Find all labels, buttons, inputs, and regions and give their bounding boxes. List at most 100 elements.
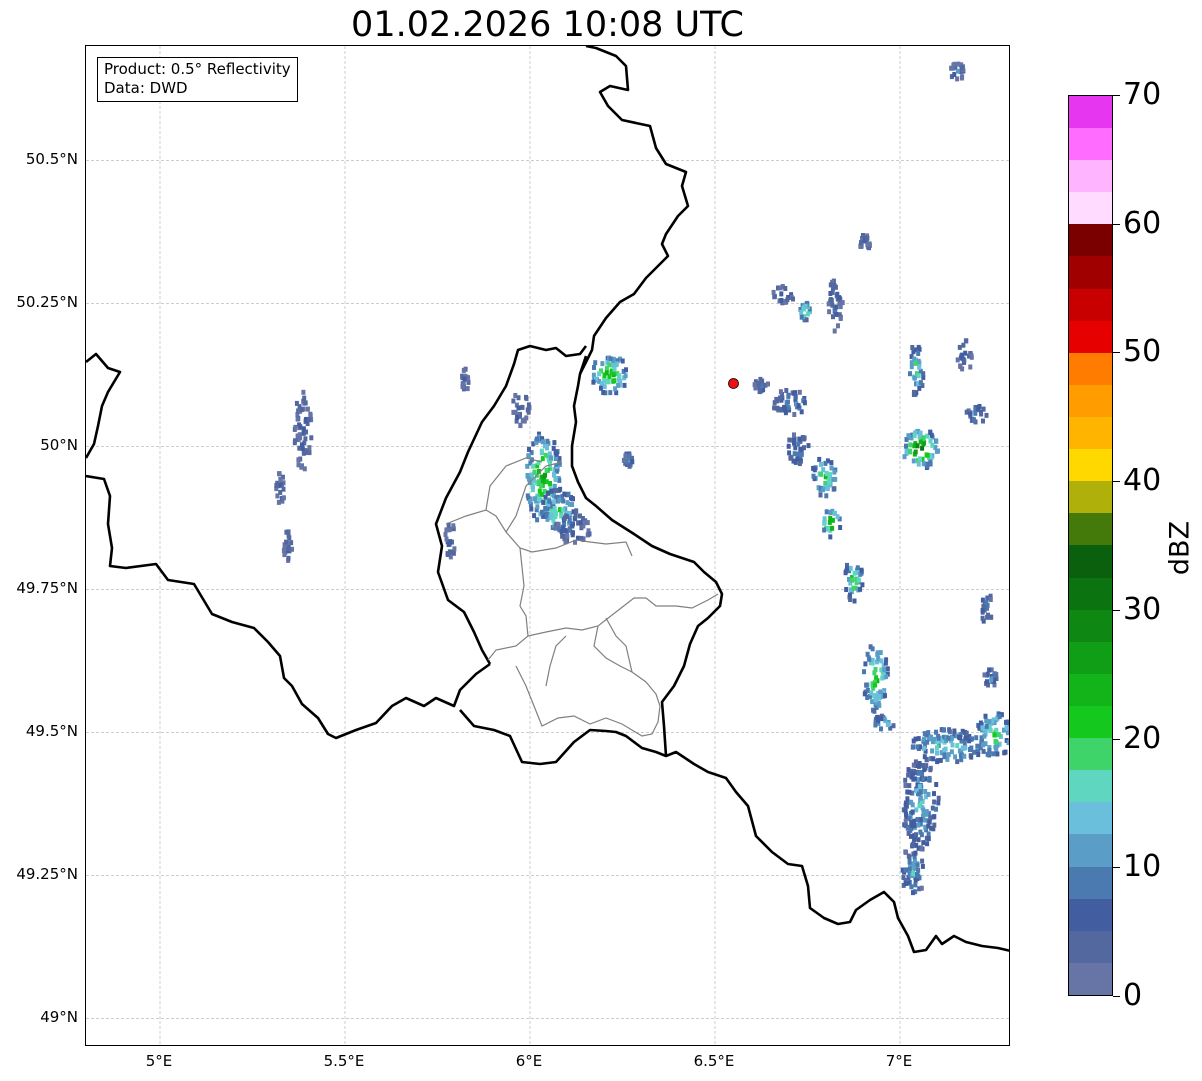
- echo-cell: [826, 278, 845, 334]
- colorbar-tick-label: 60: [1123, 205, 1162, 241]
- echo-cell: [822, 508, 843, 540]
- echo-cell: [621, 451, 635, 469]
- map-panel[interactable]: [85, 45, 1010, 1046]
- lat-tick-label: 50.5°N: [25, 150, 78, 169]
- colorbar-segment: [1069, 352, 1112, 385]
- luxembourg-district-boundary: [515, 625, 661, 737]
- echo-cell: [955, 338, 974, 372]
- product-info-box: Product: 0.5° Reflectivity Data: DWD: [97, 57, 298, 102]
- colorbar-segment: [1069, 641, 1112, 674]
- colorbar-tick-mark: [1113, 609, 1120, 611]
- echo-cell: [786, 432, 811, 467]
- colorbar-tick-label: 10: [1123, 849, 1162, 885]
- echo-cell: [292, 389, 314, 472]
- colorbar-tick-mark: [1113, 996, 1120, 997]
- border-belgium-netherlands-west: [86, 352, 122, 459]
- lat-tick-label: 49.5°N: [25, 722, 78, 741]
- radar-site-layer: [728, 378, 739, 389]
- colorbar-segment: [1069, 962, 1112, 995]
- colorbar-segment: [1069, 738, 1112, 771]
- echo-cell: [980, 593, 994, 624]
- colorbar-tick-mark: [1113, 352, 1120, 354]
- echo-cell: [772, 388, 807, 417]
- echo-cell: [902, 428, 940, 470]
- colorbar-tick-label: 40: [1123, 463, 1162, 499]
- lat-tick-label: 50.25°N: [16, 293, 78, 312]
- colorbar-segment: [1069, 256, 1112, 289]
- radar-site-marker[interactable]: [728, 378, 739, 389]
- echo-cell: [752, 376, 770, 395]
- colorbar-segment: [1069, 802, 1112, 835]
- colorbar-segment: [1069, 834, 1112, 867]
- colorbar: [1068, 95, 1113, 996]
- luxembourg-district-boundary: [527, 593, 719, 637]
- echo-cell: [862, 644, 890, 714]
- echo-cell: [771, 284, 795, 306]
- data-source-label: Data: DWD: [104, 79, 188, 97]
- colorbar-tick-label: 50: [1123, 334, 1162, 370]
- echo-cell: [964, 404, 989, 425]
- colorbar-segment: [1069, 288, 1112, 321]
- colorbar-tick-mark: [1113, 481, 1120, 483]
- graticule: [86, 46, 1009, 1045]
- map-canvas[interactable]: [86, 46, 1010, 1046]
- map-title: 01.02.2026 10:08 UTC: [351, 5, 744, 45]
- colorbar-segment: [1069, 224, 1112, 257]
- colorbar-segment: [1069, 95, 1112, 129]
- colorbar-segment: [1069, 577, 1112, 610]
- lon-tick-label: 6°E: [515, 1052, 543, 1070]
- lat-tick-label: 49°N: [40, 1008, 78, 1027]
- colorbar-tick-label: 70: [1123, 77, 1162, 112]
- luxembourg-district-boundary: [445, 509, 633, 557]
- colorbar-segment: [1069, 898, 1112, 931]
- colorbar-tick-mark: [1113, 223, 1120, 225]
- colorbar-tick-label: 0: [1123, 978, 1143, 1013]
- echo-cell: [949, 61, 966, 82]
- lon-tick-label: 5.5°E: [323, 1052, 365, 1070]
- colorbar-tick-mark: [1113, 867, 1120, 869]
- echo-cell: [982, 667, 999, 688]
- colorbar-segment: [1069, 706, 1112, 739]
- lat-tick-label: 49.25°N: [16, 865, 78, 884]
- border-belgium-germany: [578, 46, 690, 375]
- colorbar-segment: [1069, 417, 1112, 450]
- lon-tick-label: 7°E: [885, 1052, 913, 1070]
- reflectivity-echoes: [274, 61, 1009, 896]
- border-belgium-luxembourg: [434, 344, 588, 665]
- colorbar-segment: [1069, 384, 1112, 418]
- colorbar-segment: [1069, 449, 1112, 482]
- echo-cell: [843, 562, 865, 604]
- echo-cell: [274, 471, 286, 505]
- colorbar-segment: [1069, 770, 1112, 803]
- colorbar-tick-mark: [1113, 95, 1120, 96]
- colorbar-tick-mark: [1113, 738, 1120, 740]
- border-france-belgium-luxembourg: [86, 474, 491, 740]
- luxembourg-district-boundary: [487, 547, 529, 661]
- echo-cell: [460, 366, 471, 392]
- echo-cell: [443, 522, 457, 560]
- echo-cell: [901, 759, 941, 852]
- colorbar-tick-label: 30: [1123, 591, 1162, 627]
- echo-cell: [811, 456, 838, 499]
- luxembourg-district-boundary: [605, 617, 633, 673]
- echo-cell: [873, 713, 896, 732]
- lon-tick-label: 6.5°E: [693, 1052, 735, 1070]
- echo-cell: [511, 393, 532, 429]
- echo-cell: [908, 344, 926, 397]
- echo-cell: [591, 355, 628, 396]
- colorbar-segment: [1069, 545, 1112, 578]
- luxembourg-district-boundary: [545, 635, 567, 687]
- colorbar-segment: [1069, 481, 1112, 514]
- echo-cell: [798, 300, 812, 323]
- colorbar-segment: [1069, 609, 1112, 642]
- colorbar-segment: [1069, 128, 1112, 161]
- lon-tick-label: 5°E: [145, 1052, 173, 1070]
- colorbar-segment: [1069, 513, 1112, 546]
- colorbar-tick-label: 20: [1123, 720, 1162, 756]
- colorbar-segment: [1069, 320, 1112, 353]
- colorbar-segment: [1069, 160, 1112, 193]
- colorbar-segment: [1069, 673, 1112, 707]
- border-luxembourg-germany: [570, 355, 724, 757]
- lat-tick-label: 49.75°N: [16, 579, 78, 598]
- colorbar-label: dBZ: [1164, 520, 1196, 576]
